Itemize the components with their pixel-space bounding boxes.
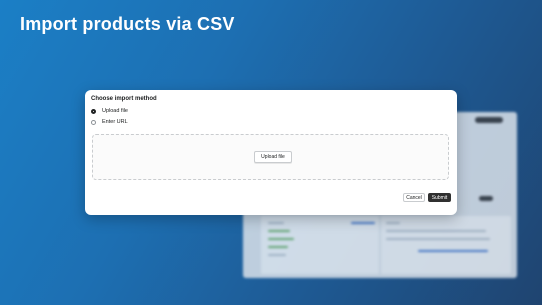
radio-checked-icon[interactable] xyxy=(91,108,96,114)
dialog-title: Choose import method xyxy=(91,96,157,102)
import-method-dialog: Choose import method Upload file Enter U… xyxy=(85,90,457,215)
radio-option-enter-url[interactable]: Enter URL xyxy=(91,119,128,125)
submit-button[interactable]: Submit xyxy=(428,193,451,202)
radio-option-upload-file[interactable]: Upload file xyxy=(91,108,128,114)
cancel-button[interactable]: Cancel xyxy=(403,193,425,202)
page-headline: Import products via CSV xyxy=(20,14,235,34)
upload-file-button[interactable]: Upload file xyxy=(254,151,292,163)
radio-unchecked-icon[interactable] xyxy=(91,119,96,125)
radio-label-upload-file: Upload file xyxy=(102,108,128,114)
radio-label-enter-url: Enter URL xyxy=(102,119,128,125)
